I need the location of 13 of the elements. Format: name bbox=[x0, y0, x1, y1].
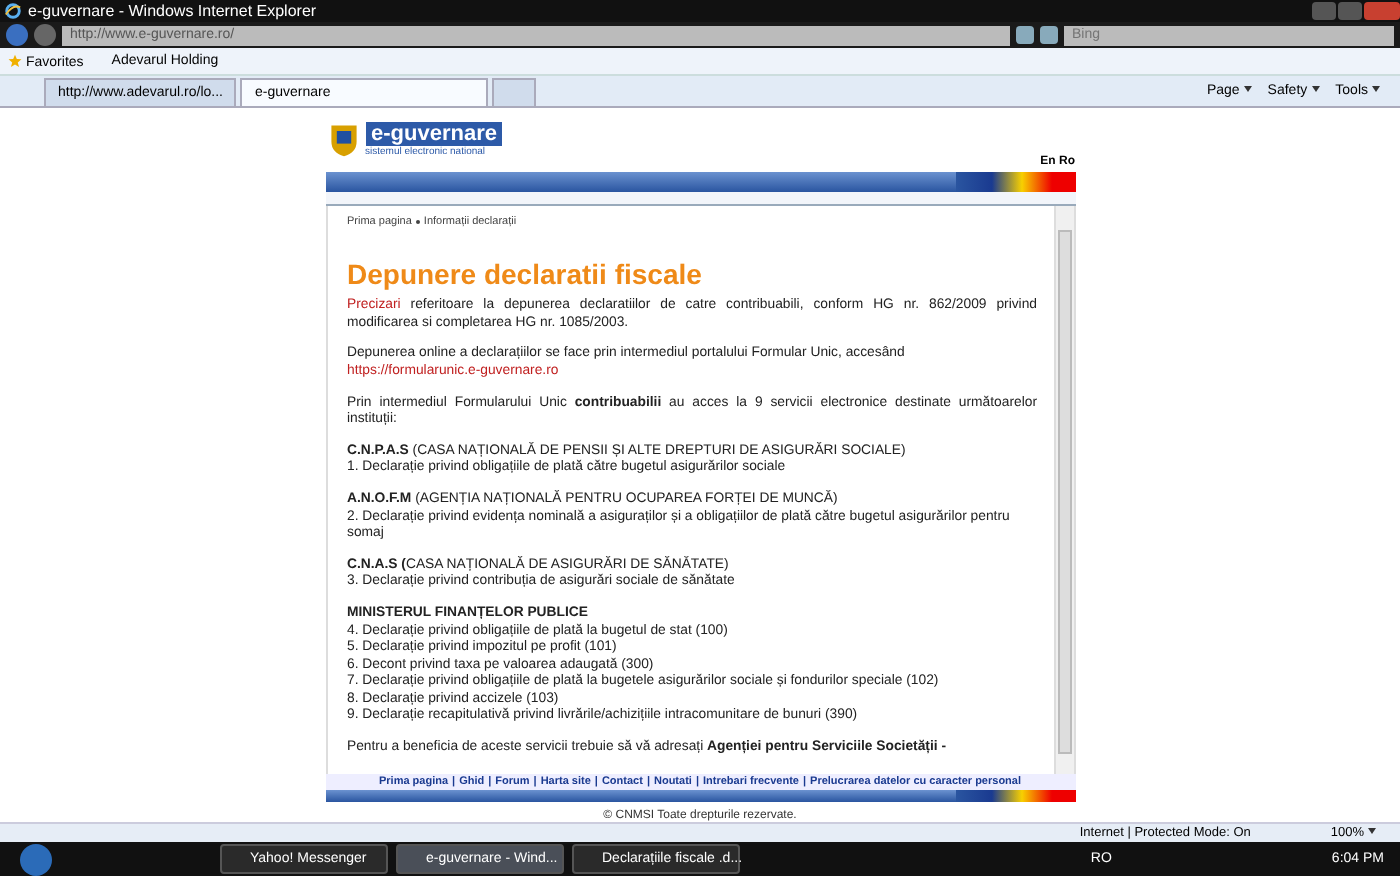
window-title: e-guvernare - Windows Internet Explorer bbox=[28, 2, 319, 21]
close-button[interactable] bbox=[1364, 2, 1400, 21]
back-button[interactable] bbox=[6, 24, 28, 47]
new-tab-button[interactable] bbox=[492, 78, 537, 106]
star-icon bbox=[8, 53, 22, 68]
minimize-button[interactable] bbox=[1312, 2, 1336, 21]
start-button[interactable] bbox=[20, 843, 52, 876]
site-logo-title: e-guvernare bbox=[365, 122, 503, 146]
scrollbar[interactable] bbox=[1053, 206, 1073, 774]
maximize-button[interactable] bbox=[1338, 2, 1362, 21]
forward-button[interactable] bbox=[34, 24, 56, 47]
browser-icon bbox=[4, 2, 22, 21]
breadcrumb-separator bbox=[415, 220, 420, 225]
